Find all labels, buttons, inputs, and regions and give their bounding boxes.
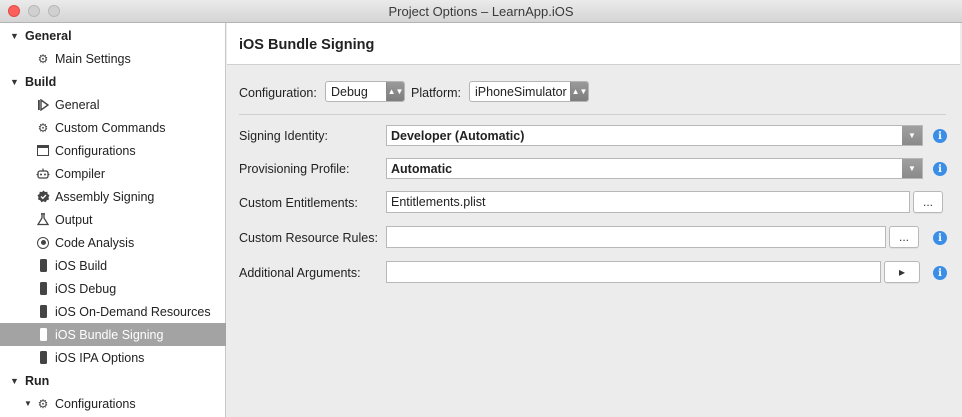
phone-icon <box>36 328 50 342</box>
gear-icon: ⚙ <box>37 120 49 135</box>
page-title: iOS Bundle Signing <box>239 37 375 53</box>
gear-icon: ⚙ <box>37 51 49 66</box>
sidebar-item-ios-debug[interactable]: iOS Debug <box>0 277 226 300</box>
info-icon[interactable]: i <box>933 266 947 280</box>
provisioning-profile-label: Provisioning Profile: <box>239 162 350 176</box>
signing-identity-select[interactable]: Developer (Automatic) ▼ <box>386 125 923 146</box>
platform-value: iPhoneSimulator <box>475 84 567 99</box>
platform-label: Platform: <box>411 86 462 100</box>
sidebar-item-main-settings[interactable]: ⚙ Main Settings <box>0 47 226 70</box>
additional-arguments-label: Additional Arguments: <box>239 266 361 280</box>
sidebar-group-run[interactable]: ▼ Run <box>0 369 226 392</box>
custom-resource-rules-label: Custom Resource Rules: <box>239 231 378 245</box>
sidebar-item-label: Main Settings <box>55 51 131 66</box>
chevron-down-icon: ▼ <box>902 159 922 178</box>
sidebar-item-ios-bundle-signing[interactable]: iOS Bundle Signing <box>0 323 226 346</box>
sidebar-item-ios-build[interactable]: iOS Build <box>0 254 226 277</box>
platform-select[interactable]: iPhoneSimulator ▲▼ <box>469 81 589 102</box>
info-icon[interactable]: i <box>933 162 947 176</box>
sidebar-item-run-configurations[interactable]: ▼ ⚙ Configurations <box>0 392 226 415</box>
additional-arguments-input[interactable] <box>386 261 881 283</box>
sidebar-item-configurations[interactable]: Configurations <box>0 139 226 162</box>
main-panel: iOS Bundle Signing Configuration: Debug … <box>227 23 962 417</box>
sidebar-item-label: Configurations <box>55 143 136 158</box>
phone-icon <box>36 259 50 273</box>
provisioning-profile-value: Automatic <box>391 161 453 176</box>
sidebar-group-label: Build <box>25 74 57 89</box>
sidebar-item-label: Configurations <box>55 396 136 411</box>
disclosure-triangle-icon[interactable]: ▼ <box>10 31 19 41</box>
custom-entitlements-label: Custom Entitlements: <box>239 196 358 210</box>
sidebar-item-label: Custom Commands <box>55 120 166 135</box>
sidebar-item-label: General <box>55 97 100 112</box>
sidebar-item-build-general[interactable]: General <box>0 93 226 116</box>
disclosure-triangle-icon[interactable]: ▼ <box>10 77 19 87</box>
flask-icon <box>36 213 50 227</box>
sidebar-group-label: Run <box>25 373 50 388</box>
sidebar-item-custom-commands[interactable]: ⚙ Custom Commands <box>0 116 226 139</box>
signing-identity-value: Developer (Automatic) <box>391 128 525 143</box>
badge-icon <box>36 190 50 204</box>
info-icon[interactable]: i <box>933 129 947 143</box>
configuration-value: Debug <box>331 84 368 99</box>
chevron-down-icon: ▼ <box>902 126 922 145</box>
signing-identity-label: Signing Identity: <box>239 129 328 143</box>
sidebar-item-assembly-signing[interactable]: Assembly Signing <box>0 185 226 208</box>
chevron-up-down-icon: ▲▼ <box>386 82 404 101</box>
sidebar-item-label: Output <box>55 212 93 227</box>
disclosure-triangle-icon[interactable]: ▼ <box>24 399 32 408</box>
target-icon <box>36 236 50 250</box>
sidebar-group-general[interactable]: ▼ General <box>0 24 226 47</box>
sidebar-item-compiler[interactable]: Compiler <box>0 162 226 185</box>
divider <box>239 114 946 115</box>
provisioning-profile-select[interactable]: Automatic ▼ <box>386 158 923 179</box>
sidebar-item-ios-on-demand-resources[interactable]: iOS On-Demand Resources <box>0 300 226 323</box>
play-icon: ▸ <box>898 265 906 279</box>
sidebar: ▼ General ⚙ Main Settings ▼ Build Genera… <box>0 23 226 417</box>
arguments-menu-button[interactable]: ▸ <box>884 261 920 283</box>
sidebar-group-build[interactable]: ▼ Build <box>0 70 226 93</box>
window-icon <box>36 144 50 158</box>
configuration-label: Configuration: <box>239 86 317 100</box>
gear-icon: ⚙ <box>37 396 49 411</box>
phone-icon <box>36 305 50 319</box>
sidebar-item-label: iOS On-Demand Resources <box>55 304 211 319</box>
sidebar-item-label: iOS Bundle Signing <box>55 327 164 342</box>
sidebar-group-label: General <box>25 28 72 43</box>
configuration-select[interactable]: Debug ▲▼ <box>325 81 405 102</box>
panel-header: iOS Bundle Signing <box>227 23 960 65</box>
browse-entitlements-button[interactable]: ... <box>913 191 943 213</box>
sidebar-item-label: iOS IPA Options <box>55 350 145 365</box>
play-bar-icon <box>36 98 50 112</box>
chevron-up-down-icon: ▲▼ <box>570 82 588 101</box>
sidebar-item-output[interactable]: Output <box>0 208 226 231</box>
info-icon[interactable]: i <box>933 231 947 245</box>
sidebar-item-ios-ipa-options[interactable]: iOS IPA Options <box>0 346 226 369</box>
phone-icon <box>36 351 50 365</box>
sidebar-item-label: Code Analysis <box>55 235 135 250</box>
custom-entitlements-input[interactable] <box>386 191 910 213</box>
sidebar-item-label: iOS Build <box>55 258 108 273</box>
title-bar: Project Options – LearnApp.iOS <box>0 0 962 23</box>
browse-resource-rules-button[interactable]: ... <box>889 226 919 248</box>
sidebar-item-label: Assembly Signing <box>55 189 155 204</box>
sidebar-item-code-analysis[interactable]: Code Analysis <box>0 231 226 254</box>
robot-icon <box>36 167 50 181</box>
sidebar-item-label: Compiler <box>55 166 106 181</box>
disclosure-triangle-icon[interactable]: ▼ <box>10 376 19 386</box>
custom-resource-rules-input[interactable] <box>386 226 886 248</box>
sidebar-item-label: iOS Debug <box>55 281 117 296</box>
window-title: Project Options – LearnApp.iOS <box>388 4 574 19</box>
phone-icon <box>36 282 50 296</box>
